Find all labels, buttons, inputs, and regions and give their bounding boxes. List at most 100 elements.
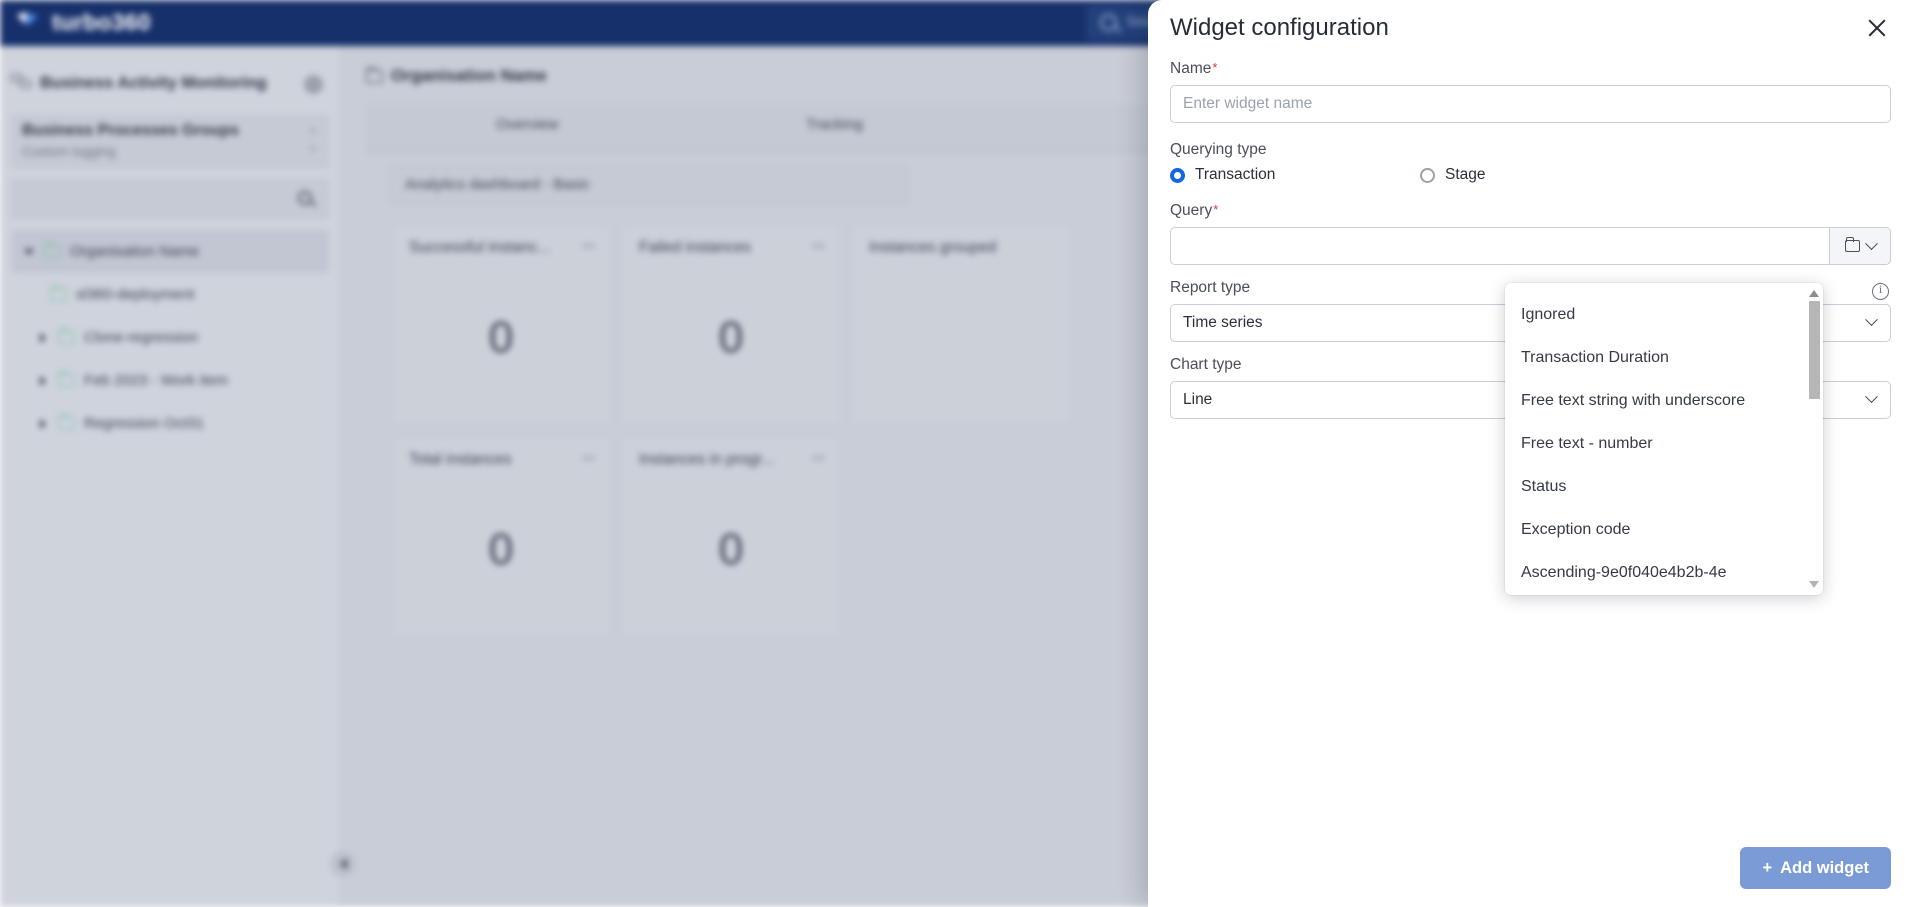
tree-item-sl360-deployment[interactable]: sl360-deployment — [0, 273, 341, 316]
dropdown-option-status[interactable]: Status — [1505, 465, 1823, 508]
widget-card-successful-instances[interactable]: Successful instanc... 0 — [390, 224, 612, 426]
card-value: 0 — [488, 525, 514, 574]
group-tree: Organisation Name sl360-deployment Clone… — [0, 230, 341, 445]
tree-item-label: sl360-deployment — [76, 286, 195, 303]
group-title: Business Processes Groups — [22, 122, 239, 139]
sidebar-search-input[interactable] — [10, 178, 330, 220]
chart-type-value: Line — [1183, 391, 1213, 408]
card-menu-icon[interactable] — [812, 457, 825, 459]
scroll-down-arrow-icon[interactable] — [1809, 580, 1820, 589]
dropdown-option-transaction-duration[interactable]: Transaction Duration — [1505, 336, 1823, 379]
query-dropdown-list: Ignored Transaction Duration Free text s… — [1505, 283, 1823, 595]
close-icon[interactable] — [1863, 14, 1891, 42]
chevron-right-icon[interactable] — [36, 331, 50, 345]
report-type-value: Time series — [1183, 314, 1263, 331]
dropdown-option-exception-code[interactable]: Exception code — [1505, 508, 1823, 551]
card-title: Total instances — [409, 451, 512, 468]
drawer-header: Widget configuration — [1148, 0, 1913, 60]
tab-overview[interactable]: Overview — [496, 116, 559, 133]
search-icon — [1100, 14, 1117, 31]
sidebar-collapse-handle[interactable] — [330, 851, 356, 877]
tree-item-label: Feb 2023 - Work item — [84, 372, 228, 389]
card-menu-icon[interactable] — [582, 457, 595, 459]
breadcrumb-label: Organisation Name — [391, 66, 547, 85]
query-input[interactable] — [1170, 227, 1829, 265]
query-label-text: Query — [1170, 202, 1213, 219]
app-root: turbo360 Search Business Activity Monito… — [0, 0, 1913, 907]
folder-icon — [58, 328, 75, 344]
radio-transaction-label: Transaction — [1195, 166, 1276, 183]
folder-icon — [366, 66, 383, 83]
radio-selected-icon — [1170, 167, 1185, 183]
business-processes-groups-selector[interactable]: Business Processes Groups Custom logging… — [10, 114, 330, 169]
add-widget-button[interactable]: + Add widget — [1740, 847, 1891, 889]
tab-tracking[interactable]: Tracking — [806, 116, 863, 133]
name-label-text: Name — [1170, 60, 1212, 77]
radio-stage[interactable]: Stage — [1420, 166, 1486, 184]
tree-item-label: Clone-regression — [84, 329, 199, 346]
radio-transaction[interactable]: Transaction — [1170, 166, 1420, 184]
widget-card-failed-instances[interactable]: Failed instances 0 — [620, 224, 842, 426]
tree-item-label: Regression Oct31 — [84, 415, 205, 432]
card-menu-icon[interactable] — [812, 245, 825, 247]
dropdown-option-ascending-9e0f040e4b2b-4e[interactable]: Ascending-9e0f040e4b2b-4e — [1505, 551, 1823, 594]
process-icon — [50, 285, 67, 301]
chevron-down-icon — [1865, 390, 1878, 404]
query-input-row — [1170, 227, 1891, 265]
card-value: 0 — [718, 525, 744, 574]
bam-icon — [11, 74, 33, 92]
plus-icon: + — [1762, 858, 1773, 877]
dashboard-selector[interactable]: Analytics dashboard - Basic — [390, 166, 908, 204]
tree-item-label: Organisation Name — [70, 243, 200, 260]
dropdown-option-free-text-string-with-underscore[interactable]: Free text string with underscore — [1505, 379, 1823, 422]
page-title: Widget configuration — [1170, 14, 1389, 41]
tree-item-clone-regression[interactable]: Clone-regression — [0, 316, 341, 359]
folder-icon — [58, 414, 75, 430]
query-field-label: Query* — [1170, 202, 1891, 220]
card-value: 0 — [488, 313, 514, 362]
sidebar-header: Business Activity Monitoring — [0, 62, 341, 106]
card-title: Failed instances — [639, 239, 752, 256]
dropdown-option-free-text-number[interactable]: Free text - number — [1505, 422, 1823, 465]
card-title: Successful instanc... — [409, 239, 551, 256]
tree-item-feb-2023-work-item[interactable]: Feb 2023 - Work item — [0, 359, 341, 402]
querying-type-radio-group: Transaction Stage — [1170, 166, 1891, 184]
scroll-up-arrow-icon[interactable] — [1809, 289, 1820, 298]
radio-stage-label: Stage — [1445, 166, 1486, 183]
card-title: Instances in progr... — [639, 451, 775, 468]
left-sidebar: Business Activity Monitoring Business Pr… — [0, 46, 341, 907]
dropdown-option-ignored[interactable]: Ignored — [1505, 293, 1823, 336]
folder-icon — [58, 371, 75, 387]
widget-card-instances-in-progress[interactable]: Instances in progr... 0 — [620, 436, 842, 638]
card-value: 0 — [718, 313, 744, 362]
chevron-down-icon — [1865, 313, 1878, 327]
chevron-down-icon[interactable] — [22, 245, 36, 259]
chevron-right-icon[interactable] — [36, 374, 50, 388]
sidebar-section-title: Business Activity Monitoring — [40, 74, 267, 92]
query-browse-button[interactable] — [1829, 227, 1891, 265]
card-menu-icon[interactable] — [582, 245, 595, 247]
querying-type-label: Querying type — [1170, 141, 1267, 158]
report-type-label: Report type — [1170, 279, 1251, 296]
drawer-footer: + Add widget — [1148, 829, 1913, 907]
query-dropdown-menu[interactable]: Ignored Transaction Duration Free text s… — [1505, 283, 1823, 595]
chevron-right-icon[interactable] — [36, 417, 50, 431]
breadcrumb: Organisation Name — [366, 66, 547, 86]
folder-icon — [1844, 237, 1860, 252]
widget-card-total-instances[interactable]: Total instances 0 — [390, 436, 612, 638]
dashboard-name: Analytics dashboard - Basic — [405, 176, 591, 193]
chevron-updown-icon: ⌃ ⌄ — [307, 127, 318, 153]
required-marker: * — [1212, 60, 1218, 75]
gear-icon[interactable] — [304, 75, 323, 94]
add-widget-label: Add widget — [1780, 858, 1869, 877]
radio-unselected-icon — [1420, 167, 1435, 183]
dropdown-scrollbar-thumb[interactable] — [1809, 301, 1820, 399]
tree-item-organisation-name[interactable]: Organisation Name — [12, 230, 329, 273]
name-field-label: Name* — [1170, 60, 1891, 78]
search-icon[interactable] — [298, 191, 312, 205]
tree-item-regression-oct31[interactable]: Regression Oct31 — [0, 402, 341, 445]
info-icon[interactable] — [1872, 282, 1889, 300]
chevron-down-icon — [1864, 236, 1878, 250]
widget-name-input[interactable] — [1170, 85, 1891, 123]
widget-card-instances-grouped[interactable]: Instances grouped — [850, 224, 1072, 426]
